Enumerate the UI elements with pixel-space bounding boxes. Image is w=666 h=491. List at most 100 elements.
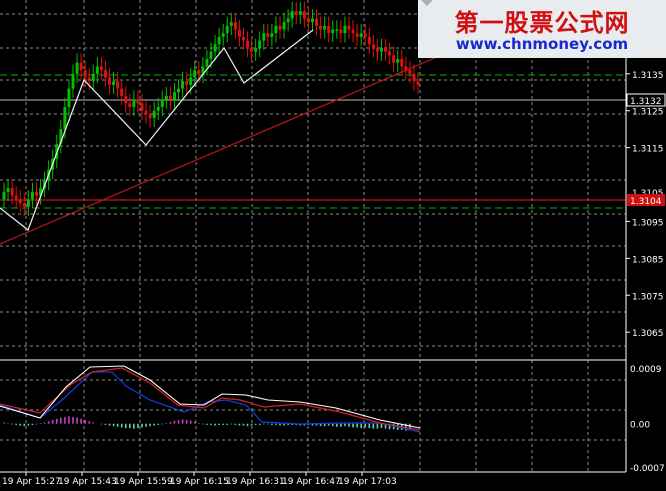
candle-body — [164, 95, 168, 100]
candle-body — [408, 70, 412, 74]
candle-body — [371, 44, 375, 48]
candle-body — [136, 99, 140, 104]
candle-body — [250, 47, 254, 52]
candle-body — [128, 103, 132, 108]
candle-body — [315, 18, 319, 26]
price-label: 1.3125 — [632, 108, 664, 118]
candle-body — [112, 81, 116, 85]
trend-line — [0, 53, 445, 245]
candle-body — [116, 81, 120, 89]
candle-body — [351, 29, 355, 34]
watermark-url: www.chnmoney.com — [455, 35, 629, 53]
candle-body — [233, 22, 237, 30]
candle-body — [241, 36, 245, 41]
candle-body — [412, 73, 416, 82]
fast-line — [0, 365, 421, 429]
time-label: 19 Apr 16:15 — [170, 477, 229, 487]
time-label: 19 Apr 15:59 — [114, 477, 173, 487]
candle-body — [148, 114, 152, 119]
candle-body — [246, 40, 250, 48]
candle-body — [225, 25, 229, 34]
time-label: 19 Apr 16:31 — [226, 477, 285, 487]
candle-body — [327, 25, 331, 34]
candle-body — [270, 33, 274, 37]
candle-body — [75, 62, 79, 74]
candle-body — [108, 77, 112, 85]
candle-body — [396, 59, 400, 63]
candle-body — [34, 191, 38, 196]
candle-body — [363, 33, 367, 37]
candle-body — [22, 202, 26, 207]
candlestick-series — [2, 1, 420, 216]
price-label: 1.3095 — [632, 218, 664, 228]
candle-body — [160, 99, 164, 108]
trading-chart-window[interactable]: 1.3135 1.3125 1.3115 1.3095 1.3085 1.3075 1.30… — [0, 0, 666, 487]
candle-body — [384, 47, 388, 52]
candle-body — [217, 36, 221, 45]
candle-body — [18, 199, 22, 203]
price-label: 1.3085 — [632, 255, 664, 265]
site-watermark: 第一股票公式网 www.chnmoney.com — [418, 0, 666, 58]
candle-body — [172, 92, 176, 100]
candle-body — [209, 51, 213, 60]
candle-body — [87, 77, 91, 82]
candle-body — [379, 47, 383, 52]
time-label: 19 Apr 17:03 — [338, 477, 397, 487]
candle-body — [310, 18, 314, 23]
candle-body — [189, 77, 193, 85]
candle-body — [140, 103, 144, 111]
candle-body — [185, 81, 189, 85]
candle-body — [392, 55, 396, 63]
time-label: 19 Apr 15:27 — [2, 477, 61, 487]
candle-body — [10, 188, 14, 196]
signal-line — [0, 371, 421, 433]
candle-body — [6, 188, 10, 192]
candle-body — [152, 110, 156, 119]
chart-canvas[interactable]: 1.3135 1.3125 1.3115 1.3095 1.3085 1.3075 1.30… — [0, 0, 666, 487]
chart-overlays — [0, 29, 445, 245]
candle-body — [99, 66, 103, 71]
candle-body — [278, 25, 282, 30]
candle-body — [367, 36, 371, 45]
candle-body — [375, 47, 379, 52]
grid-lines — [0, 0, 626, 472]
candle-body — [347, 25, 351, 30]
candle-body — [416, 81, 420, 85]
candle-body — [388, 51, 392, 56]
candle-body — [2, 191, 6, 200]
macd-indicator — [0, 365, 421, 433]
price-label: 1.3065 — [632, 329, 664, 339]
candle-body — [193, 70, 197, 78]
candle-body — [266, 33, 270, 37]
candle-body — [262, 33, 266, 41]
candle-body — [213, 44, 217, 52]
indicator-label: 0.00 — [630, 421, 650, 431]
price-label: 1.3135 — [632, 71, 664, 81]
candle-body — [168, 95, 172, 100]
candle-body — [294, 11, 298, 15]
time-label: 19 Apr 15:43 — [58, 477, 117, 487]
red-level-label: 1.3104 — [630, 197, 662, 207]
time-label: 19 Apr 16:47 — [282, 477, 341, 487]
current-price-label: 1.3132 — [630, 97, 662, 107]
candle-body — [71, 73, 75, 89]
candle-body — [258, 40, 262, 48]
candle-body — [254, 47, 258, 52]
candle-body — [302, 11, 306, 19]
candle-body — [67, 88, 71, 108]
candle-body — [181, 81, 185, 89]
price-label: 1.3115 — [632, 145, 664, 155]
price-axis: 1.3135 1.3125 1.3115 1.3095 1.3085 1.3075 1.30… — [626, 71, 666, 474]
candle-body — [91, 73, 95, 82]
candle-body — [400, 59, 404, 67]
candle-body — [205, 59, 209, 67]
candle-body — [95, 66, 99, 74]
candle-body — [359, 33, 363, 37]
candle-body — [237, 29, 241, 37]
candle-body — [323, 25, 327, 30]
candle-body — [79, 62, 83, 71]
candle-body — [274, 25, 278, 34]
candle-body — [335, 29, 339, 32]
candle-body — [132, 99, 136, 108]
candle-body — [14, 195, 18, 200]
